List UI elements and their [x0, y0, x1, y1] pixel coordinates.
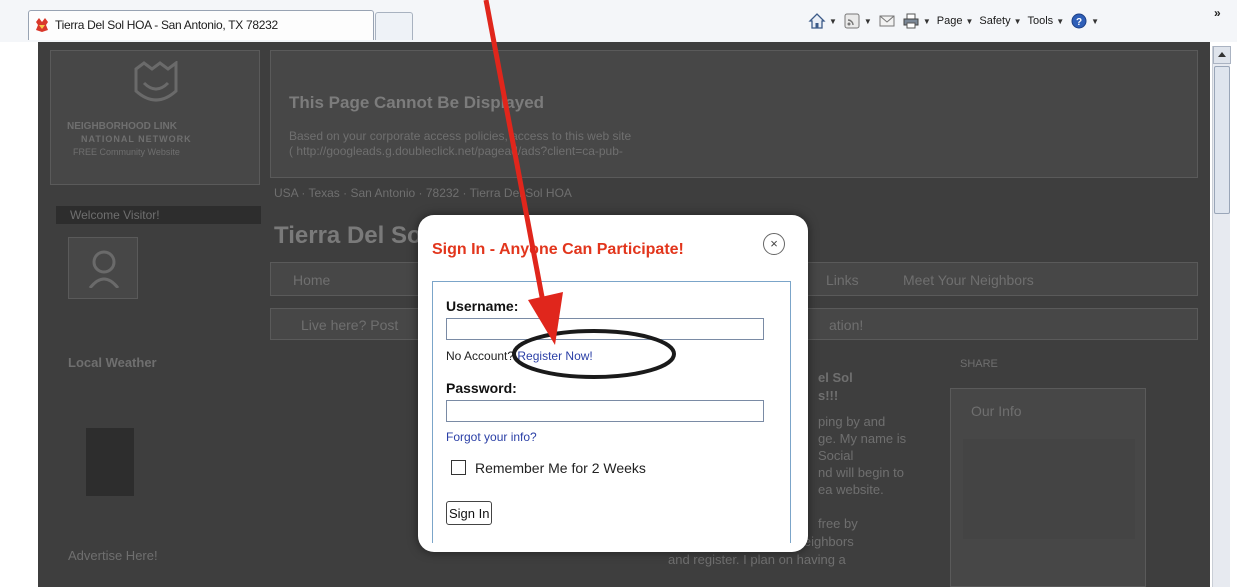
page-menu-label: Page [936, 15, 963, 27]
feeds-button[interactable]: ▼ [843, 12, 872, 30]
logo-panel: NEIGHBORHOOD LINK NATIONAL NETWORK FREE … [50, 50, 260, 185]
page-menu[interactable]: Page ▼ [937, 15, 974, 27]
page-left-margin [0, 42, 38, 587]
story-line: el Sol [818, 370, 853, 385]
logo-line3: FREE Community Website [73, 147, 180, 157]
logo-line1: NEIGHBORHOOD LINK [67, 121, 177, 132]
dialog-title: Sign In - Anyone Can Participate! [432, 241, 684, 258]
tools-menu[interactable]: Tools ▼ [1028, 15, 1065, 27]
username-label: Username: [446, 298, 519, 314]
map-thumbnail [963, 439, 1135, 539]
password-input[interactable] [446, 400, 764, 422]
chevron-down-icon: ▼ [1013, 16, 1022, 26]
password-label: Password: [446, 380, 517, 396]
help-icon: ? [1071, 13, 1087, 29]
sign-in-form: Username: No Account? Register Now! Pass… [432, 281, 791, 543]
nav-home: Home [293, 272, 331, 288]
nav-meet-neighbors: Meet Your Neighbors [903, 272, 1034, 288]
local-weather-heading: Local Weather [68, 355, 157, 370]
home-button[interactable]: ▼ [808, 12, 837, 30]
new-tab-button[interactable] [375, 12, 413, 40]
hoa-favicon-icon [36, 18, 48, 32]
breadcrumb: USA · Texas · San Antonio · 78232 · Tier… [274, 186, 572, 200]
our-info-heading: Our Info [971, 403, 1022, 419]
more-commands-chevron[interactable]: » [1214, 6, 1221, 20]
story-line: and register. I plan on having a [668, 552, 846, 567]
error-panel: This Page Cannot Be Displayed Based on y… [270, 50, 1198, 178]
live-here-text-end: ation! [829, 317, 864, 333]
no-account-text: No Account? [446, 349, 518, 363]
chevron-down-icon[interactable]: ▼ [923, 17, 931, 26]
story-line: s!!! [818, 388, 839, 403]
register-now-link[interactable]: Register Now! [517, 349, 592, 363]
nav-links: Links [826, 272, 859, 288]
chevron-down-icon: ▼ [1091, 16, 1100, 26]
welcome-bar: Welcome Visitor! [56, 206, 261, 224]
read-mail-button[interactable] [878, 12, 896, 30]
safety-menu[interactable]: Safety ▼ [979, 15, 1021, 27]
sign-in-button[interactable]: Sign In [446, 501, 493, 525]
username-input[interactable] [446, 318, 764, 340]
site-title: Tierra Del Sol [274, 222, 429, 249]
browser-toolbar: Tierra Del Sol HOA - San Antonio, TX 782… [0, 0, 1237, 42]
chevron-down-icon[interactable]: ▼ [829, 17, 837, 26]
chevron-up-icon [1218, 52, 1226, 57]
vertical-scrollbar[interactable] [1212, 46, 1231, 587]
visitor-avatar [68, 237, 138, 299]
remember-me-label[interactable]: Remember Me for 2 Weeks [475, 460, 646, 476]
sign-in-dialog: Sign In - Anyone Can Participate! × User… [418, 215, 808, 552]
neighborhood-link-logo-icon [134, 61, 178, 102]
forgot-info-link[interactable]: Forgot your info? [446, 430, 537, 444]
tab-title: Tierra Del Sol HOA - San Antonio, TX 782… [55, 18, 278, 32]
error-body-line2: ( http://googleads.g.doubleclick.net/pag… [289, 144, 623, 158]
svg-text:?: ? [1076, 17, 1082, 28]
chevron-down-icon: ▼ [1056, 16, 1065, 26]
scroll-up-button[interactable] [1213, 46, 1231, 64]
advertise-heading: Advertise Here! [68, 548, 158, 563]
share-widget: SHARE [960, 358, 998, 370]
story-line: ping by and [818, 414, 886, 429]
chevron-down-icon[interactable]: ▼ [864, 17, 872, 26]
error-body-line1: Based on your corporate access policies,… [289, 129, 632, 143]
help-menu[interactable]: ? ▼ [1070, 12, 1099, 30]
printer-icon [903, 13, 919, 29]
close-icon[interactable]: × [763, 233, 785, 255]
logo-line2: NATIONAL NETWORK [81, 134, 192, 144]
tools-menu-label: Tools [1027, 15, 1054, 27]
story-line: free by [818, 516, 858, 531]
story-line: Social [818, 448, 854, 463]
avatar-icon [88, 250, 120, 288]
story-line: ea website. [818, 482, 884, 497]
welcome-text: Welcome Visitor! [70, 208, 160, 222]
live-here-text: Live here? Post [301, 317, 399, 333]
story-line: ge. My name is [818, 431, 907, 446]
rss-feed-icon [844, 13, 860, 29]
chevron-down-icon: ▼ [965, 16, 974, 26]
command-bar: ▼ ▼ ▼ Page ▼ Safety ▼ Tools ▼ ? ▼ [808, 8, 1099, 34]
our-info-panel: Our Info [950, 388, 1146, 587]
safety-menu-label: Safety [979, 15, 1011, 27]
weather-image [86, 428, 134, 496]
story-line: nd will begin to [818, 465, 904, 480]
error-title: This Page Cannot Be Displayed [289, 93, 545, 112]
scroll-thumb[interactable] [1214, 66, 1230, 214]
print-button[interactable]: ▼ [902, 12, 931, 30]
mail-icon [879, 15, 895, 27]
home-icon [808, 13, 826, 29]
remember-me-checkbox[interactable] [451, 460, 466, 475]
browser-tab[interactable]: Tierra Del Sol HOA - San Antonio, TX 782… [28, 10, 374, 40]
no-account-line: No Account? Register Now! [446, 349, 593, 363]
